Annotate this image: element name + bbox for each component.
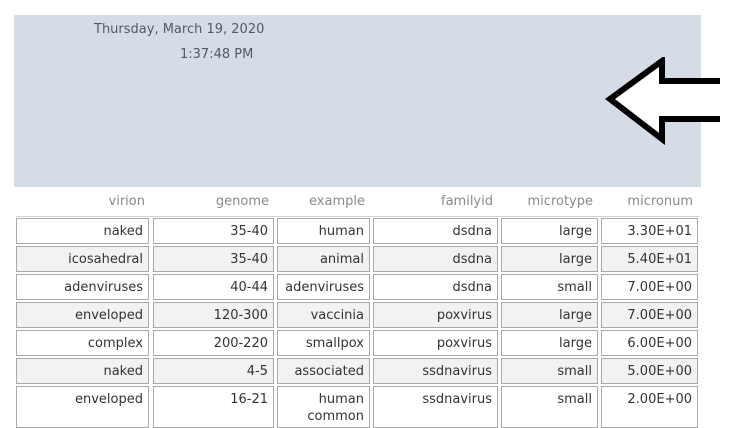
- table-row[interactable]: naked 35-40 human dsdna large 3.30E+01: [0, 218, 735, 244]
- cell-micronum[interactable]: 7.00E+00: [601, 274, 698, 300]
- cell-example[interactable]: associated: [277, 358, 370, 384]
- cell-example[interactable]: animal: [277, 246, 370, 272]
- cell-virion[interactable]: naked: [16, 218, 149, 244]
- cell-example[interactable]: adenviruses: [277, 274, 370, 300]
- column-header-familyid[interactable]: familyid: [373, 194, 493, 209]
- table-row[interactable]: enveloped 16-21 human common ssdnavirus smal…: [0, 386, 735, 428]
- cell-microtype[interactable]: small: [501, 358, 598, 384]
- cell-familyid[interactable]: poxvirus: [373, 330, 498, 356]
- cell-example[interactable]: smallpox: [277, 330, 370, 356]
- column-header-example[interactable]: example: [277, 194, 365, 209]
- cell-microtype[interactable]: small: [501, 274, 598, 300]
- report-time: 1:37:48 PM: [180, 47, 254, 62]
- column-header-genome[interactable]: genome: [153, 194, 269, 209]
- report-date: Thursday, March 19, 2020: [94, 22, 265, 37]
- cell-genome[interactable]: 40-44: [153, 274, 274, 300]
- cell-virion[interactable]: enveloped: [16, 386, 149, 428]
- cell-micronum[interactable]: 6.00E+00: [601, 330, 698, 356]
- cell-example[interactable]: vaccinia: [277, 302, 370, 328]
- cell-genome[interactable]: 120-300: [153, 302, 274, 328]
- cell-microtype[interactable]: large: [501, 218, 598, 244]
- cell-virion[interactable]: icosahedral: [16, 246, 149, 272]
- table-row[interactable]: adenviruses 40-44 adenviruses dsdna small 7.0…: [0, 274, 735, 300]
- cell-micronum[interactable]: 7.00E+00: [601, 302, 698, 328]
- cell-microtype[interactable]: large: [501, 302, 598, 328]
- cell-genome[interactable]: 35-40: [153, 218, 274, 244]
- cell-microtype[interactable]: large: [501, 330, 598, 356]
- table-row[interactable]: icosahedral 35-40 animal dsdna large 5.40E+01: [0, 246, 735, 272]
- cell-example[interactable]: human: [277, 218, 370, 244]
- cell-familyid[interactable]: poxvirus: [373, 302, 498, 328]
- cell-familyid[interactable]: ssdnavirus: [373, 386, 498, 428]
- left-arrow-icon: [604, 57, 720, 145]
- cell-micronum[interactable]: 2.00E+00: [601, 386, 698, 428]
- cell-familyid[interactable]: ssdnavirus: [373, 358, 498, 384]
- cell-genome[interactable]: 16-21: [153, 386, 274, 428]
- cell-virion[interactable]: adenviruses: [16, 274, 149, 300]
- cell-virion[interactable]: enveloped: [16, 302, 149, 328]
- cell-example[interactable]: human common: [277, 386, 370, 428]
- cell-microtype[interactable]: small: [501, 386, 598, 428]
- cell-genome[interactable]: 200-220: [153, 330, 274, 356]
- table-row[interactable]: complex 200-220 smallpox poxvirus large 6.00E…: [0, 330, 735, 356]
- cell-micronum[interactable]: 5.00E+00: [601, 358, 698, 384]
- cell-virion[interactable]: naked: [16, 358, 149, 384]
- cell-familyid[interactable]: dsdna: [373, 218, 498, 244]
- column-header-micronum[interactable]: micronum: [601, 194, 693, 209]
- cell-micronum[interactable]: 3.30E+01: [601, 218, 698, 244]
- table-row[interactable]: enveloped 120-300 vaccinia poxvirus large 7.0…: [0, 302, 735, 328]
- cell-virion[interactable]: complex: [16, 330, 149, 356]
- column-header-microtype[interactable]: microtype: [501, 194, 593, 209]
- table-row[interactable]: naked 4-5 associated ssdnavirus small 5.00E+0…: [0, 358, 735, 384]
- cell-micronum[interactable]: 5.40E+01: [601, 246, 698, 272]
- cell-genome[interactable]: 4-5: [153, 358, 274, 384]
- cell-familyid[interactable]: dsdna: [373, 274, 498, 300]
- column-header-virion[interactable]: virion: [16, 194, 145, 209]
- cell-microtype[interactable]: large: [501, 246, 598, 272]
- cell-genome[interactable]: 35-40: [153, 246, 274, 272]
- cell-familyid[interactable]: dsdna: [373, 246, 498, 272]
- header-divider: [16, 216, 699, 217]
